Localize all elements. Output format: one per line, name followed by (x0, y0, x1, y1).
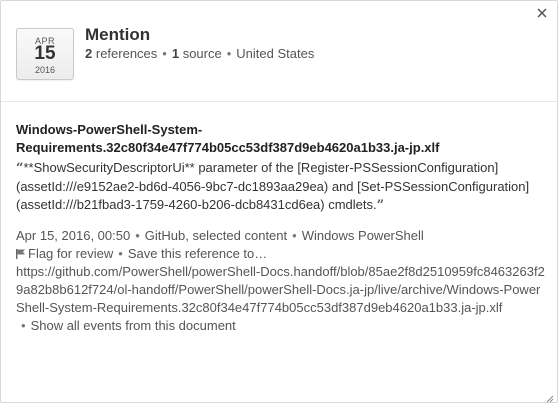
mention-popup: APR 15 2016 Mention 2 references • 1 sourc… (0, 0, 558, 403)
flag-icon[interactable] (16, 246, 25, 259)
separator-dot: • (135, 228, 140, 243)
show-all-events-link[interactable]: Show all events from this document (31, 318, 236, 333)
sources-label: source (182, 46, 222, 61)
mention-meta: 2 references • 1 source • United States (85, 46, 314, 61)
close-quote-mark: ” (376, 198, 385, 213)
separator-dot: • (226, 46, 232, 61)
mention-category: Windows PowerShell (301, 228, 424, 243)
separator-dot: • (162, 46, 167, 61)
calendar-day: 15 (34, 43, 56, 64)
mention-details: Apr 15, 2016, 00:50 • GitHub, selected con… (16, 227, 546, 335)
mention-quote: “**ShowSecurityDescriptorUi** parameter … (16, 159, 546, 215)
document-title: Windows-PowerShell-System-Requirements.3… (16, 122, 440, 155)
calendar-year: 2016 (34, 65, 56, 75)
mention-content: Windows-PowerShell-System-Requirements.3… (16, 121, 546, 335)
sources-count: 1 (171, 46, 180, 61)
resize-handle-icon[interactable] (545, 390, 554, 403)
popup-title: Mention (85, 25, 151, 44)
calendar-date-badge: APR 15 2016 (16, 28, 74, 80)
mention-source: GitHub, selected content (144, 228, 288, 243)
mention-header: APR 15 2016 Mention 2 references • 1 sourc… (1, 1, 557, 102)
separator-dot: • (292, 228, 297, 243)
country-label: United States (236, 46, 315, 61)
separator-dot: • (21, 318, 26, 333)
quote-text: **ShowSecurityDescriptorUi** parameter o… (16, 160, 530, 212)
separator-dot: • (118, 246, 123, 261)
references-label: references (95, 46, 158, 61)
document-url-link[interactable]: https://github.com/PowerShell/powerShell… (16, 264, 545, 315)
mention-date: Apr 15, 2016, 00:50 (16, 228, 131, 243)
flag-for-review-link[interactable]: Flag for review (28, 246, 113, 261)
save-reference-link[interactable]: Save this reference to… (128, 246, 267, 261)
references-count: 2 (85, 46, 93, 61)
